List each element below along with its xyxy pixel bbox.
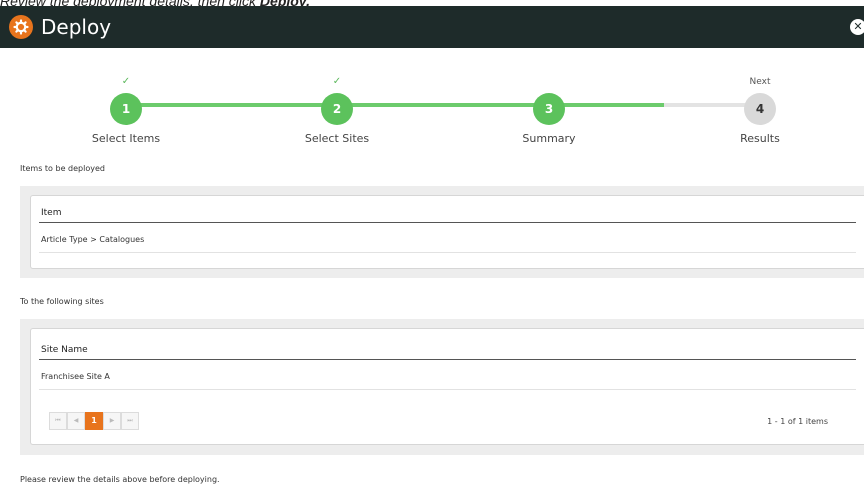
last-page-icon[interactable]: ⏭ [121, 412, 139, 430]
step-number: 2 [321, 93, 353, 125]
page-button-current[interactable]: 1 [85, 412, 103, 430]
items-column-header: Item [39, 207, 856, 223]
table-row: Article Type > Catalogues [39, 234, 856, 253]
step-label: Results [740, 132, 780, 145]
dialog-header: Deploy ✕ [0, 6, 864, 48]
sites-table: Site Name Franchisee Site A ⏮ ◀ 1 ▶ ⏭ 1 … [30, 328, 864, 445]
step-number: 4 [744, 93, 776, 125]
step-label: Select Sites [304, 132, 370, 145]
pagination: ⏮ ◀ 1 ▶ ⏭ [49, 412, 139, 430]
check-icon: ✓ [332, 76, 342, 87]
step-label: Summary [522, 132, 576, 145]
items-section-label: Items to be deployed [20, 164, 105, 173]
step-label: Select Items [91, 132, 161, 145]
step-number: 1 [110, 93, 142, 125]
step-number: 3 [533, 93, 565, 125]
next-page-icon[interactable]: ▶ [103, 412, 121, 430]
gear-icon [9, 15, 33, 39]
items-panel: Item Article Type > Catalogues [20, 186, 864, 278]
next-marker: Next [749, 77, 771, 87]
sites-section-label: To the following sites [20, 297, 104, 306]
first-page-icon[interactable]: ⏮ [49, 412, 67, 430]
items-table: Item Article Type > Catalogues [30, 195, 864, 269]
check-icon: ✓ [121, 76, 131, 87]
close-icon[interactable]: ✕ [850, 19, 864, 35]
sites-column-header: Site Name [39, 344, 856, 360]
dialog-title: Deploy [41, 15, 112, 39]
previous-page-icon[interactable]: ◀ [67, 412, 85, 430]
wizard-progress: ✓ 1 Select Items ✓ 2 Select Sites 3 Summ… [0, 48, 864, 158]
pagination-info: 1 - 1 of 1 items [767, 417, 828, 426]
sites-panel: Site Name Franchisee Site A ⏮ ◀ 1 ▶ ⏭ 1 … [20, 319, 864, 455]
progress-track-complete [126, 103, 664, 107]
table-row: Franchisee Site A [39, 371, 856, 390]
review-note: Please review the details above before d… [20, 475, 220, 484]
